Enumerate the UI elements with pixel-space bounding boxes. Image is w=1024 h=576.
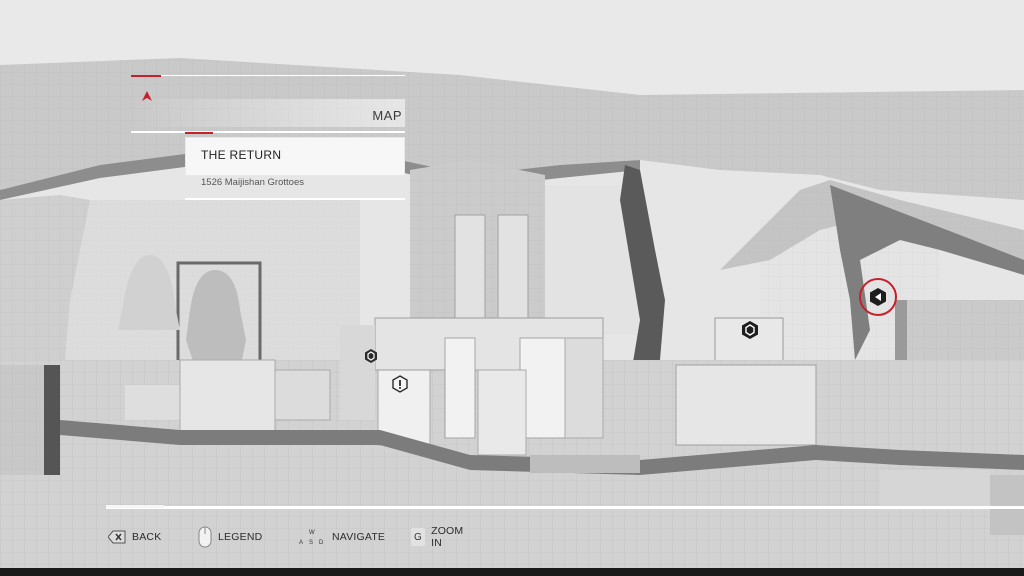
- selected-marker-icon[interactable]: [857, 277, 899, 317]
- alert-marker-icon[interactable]: [391, 375, 409, 393]
- divider-line: [106, 506, 1024, 509]
- hex-marker-center-icon[interactable]: [740, 320, 760, 340]
- mission-location: 1526 Maijishan Grottoes: [201, 177, 304, 188]
- map-header: MAP: [131, 75, 405, 133]
- key-d: D: [319, 540, 324, 546]
- mission-accent-line: [185, 132, 213, 134]
- back-label: BACK: [132, 531, 162, 543]
- zoom-label: ZOOM IN: [431, 525, 464, 549]
- key-s: S: [309, 540, 313, 546]
- hex-marker-left-icon[interactable]: [363, 348, 379, 364]
- page-title: MAP: [372, 108, 402, 123]
- mission-card[interactable]: THE RETURN 1526 Maijishan Grottoes: [185, 132, 405, 204]
- wasd-keys-icon: W A S D: [299, 530, 324, 546]
- mission-name: THE RETURN: [201, 148, 282, 162]
- key-w: W: [309, 530, 315, 536]
- bottom-black-bar: [0, 568, 1024, 576]
- divider-accent: [106, 505, 164, 508]
- back-button[interactable]: BACK: [108, 526, 161, 548]
- header-accent-line: [131, 75, 161, 77]
- legend-button[interactable]: LEGEND: [198, 526, 262, 548]
- header-top-line: [161, 75, 405, 76]
- zoom-key: G: [411, 528, 426, 546]
- mission-bottom-line: [185, 198, 405, 200]
- legend-label: LEGEND: [218, 531, 263, 543]
- header-band: [131, 99, 405, 127]
- mouse-icon: [198, 526, 212, 548]
- backspace-key-icon: [108, 530, 126, 544]
- key-a: A: [299, 540, 303, 546]
- navigate-label: NAVIGATE: [332, 531, 386, 543]
- navigate-button[interactable]: W A S D NAVIGATE: [298, 526, 385, 548]
- zoom-in-button[interactable]: G ZOOM IN: [411, 525, 467, 549]
